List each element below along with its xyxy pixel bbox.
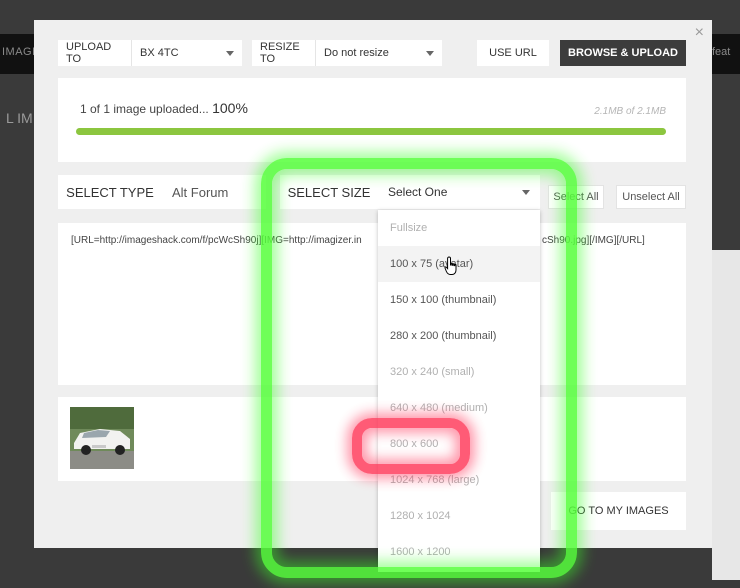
upload-progress-fill <box>76 128 666 135</box>
resize-to-select[interactable]: Do not resize <box>316 40 442 66</box>
select-size-label: SELECT SIZE <box>280 175 379 209</box>
select-type-label: SELECT TYPE <box>58 175 163 209</box>
background-heading-partial: L IM <box>6 110 33 126</box>
chevron-down-icon <box>426 50 434 56</box>
size-option: 800 x 600 <box>390 438 439 450</box>
unselect-all-button[interactable]: Unselect All <box>616 185 686 209</box>
use-url-button[interactable]: USE URL <box>477 40 549 66</box>
size-option: 320 x 240 (small) <box>390 366 475 378</box>
resize-to-value: Do not resize <box>324 47 389 59</box>
size-option: 1280 x 1024 <box>390 510 451 522</box>
upload-status-text: 1 of 1 image uploaded... <box>80 102 209 116</box>
resize-to-label: RESIZE TO <box>252 40 316 66</box>
go-to-my-images-button[interactable]: GO TO MY IMAGES <box>551 492 686 530</box>
embed-code-text[interactable]: [URL=http://imageshack.com/f/pcWcSh90j][… <box>71 235 371 246</box>
size-option: 640 x 480 (medium) <box>390 402 488 414</box>
embed-code-text-tail: cSh90.jpg][/IMG][/URL] <box>542 235 645 246</box>
upload-progress-bar <box>76 128 666 135</box>
car-thumbnail-image[interactable] <box>70 407 134 469</box>
upload-to-label: UPLOAD TO <box>58 40 132 66</box>
size-option[interactable]: 280 x 200 (thumbnail) <box>378 318 540 354</box>
size-option: 1600 x 1200 <box>390 546 451 558</box>
upload-size-text: 2.1MB of 2.1MB <box>594 106 666 117</box>
select-size-select[interactable]: Select One <box>378 175 540 209</box>
embed-code-panel: [URL=http://imageshack.com/f/pcWcSh90j][… <box>58 223 686 385</box>
upload-status-line: 1 of 1 image uploaded... 100% <box>80 100 248 116</box>
thumbnail-panel <box>58 397 686 481</box>
hand-cursor-icon <box>444 256 457 275</box>
chevron-down-icon <box>522 189 530 195</box>
upload-progress-panel: 1 of 1 image uploaded... 100% 2.1MB of 2… <box>58 78 686 162</box>
size-option: 1024 x 768 (large) <box>390 474 480 486</box>
background-nav-label-right: feat <box>712 46 731 58</box>
upload-to-select[interactable]: BX 4TC <box>132 40 242 66</box>
select-size-value: Select One <box>388 185 448 199</box>
upload-percent: 100% <box>212 100 248 116</box>
select-all-button[interactable]: Select All <box>548 185 604 209</box>
select-type-value: Alt Forum <box>172 184 229 200</box>
close-icon[interactable]: × <box>695 24 704 42</box>
browse-upload-button[interactable]: BROWSE & UPLOAD <box>560 40 686 66</box>
size-option[interactable]: 150 x 100 (thumbnail) <box>378 282 540 318</box>
upload-modal: × UPLOAD TO BX 4TC RESIZE TO Do not resi… <box>34 20 712 548</box>
background-side-panel <box>712 250 740 580</box>
resize-to-control: RESIZE TO Do not resize <box>252 40 442 66</box>
select-type-select[interactable]: Alt Forum <box>162 175 266 209</box>
size-option: Fullsize <box>390 222 428 234</box>
chevron-down-icon <box>226 50 234 56</box>
upload-to-control: UPLOAD TO BX 4TC <box>58 40 242 66</box>
upload-to-value: BX 4TC <box>140 47 179 59</box>
